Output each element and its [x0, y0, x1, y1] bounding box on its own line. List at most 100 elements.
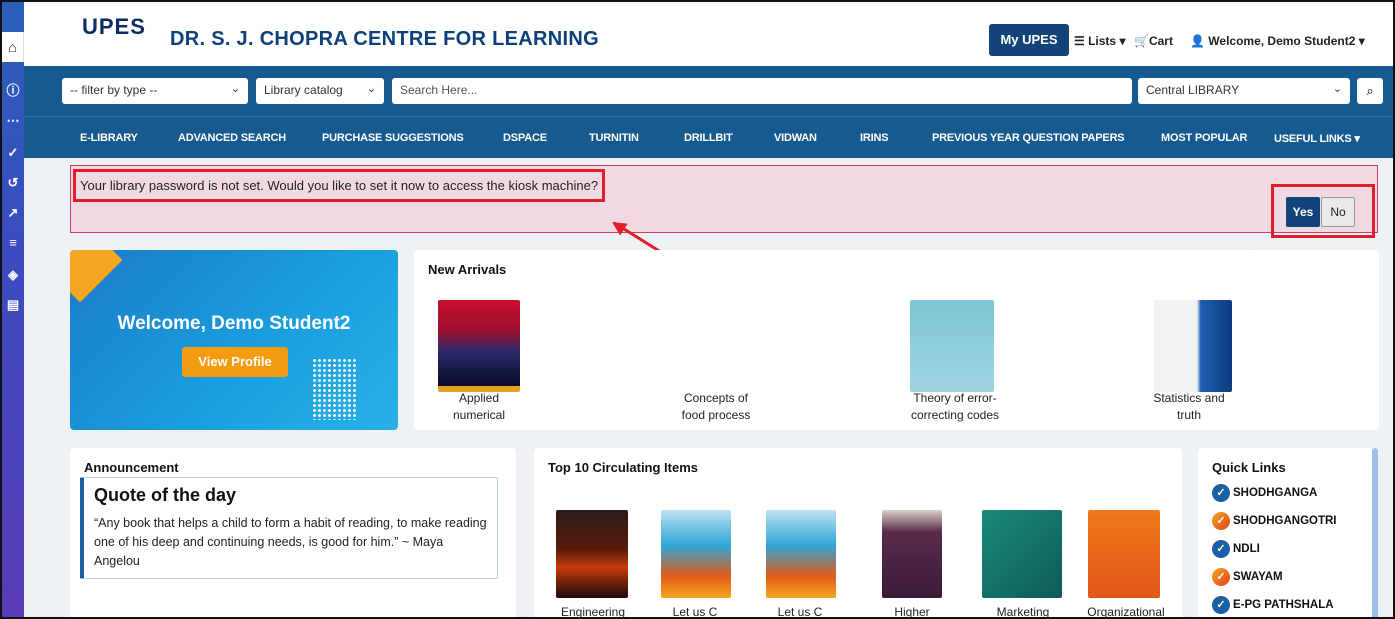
- users-icon[interactable]: ⋯: [2, 110, 24, 132]
- chevron-down-icon: ⌄: [366, 83, 376, 95]
- book-title-line: Statistics and: [1153, 391, 1225, 405]
- nav-item[interactable]: PURCHASE SUGGESTIONS: [322, 132, 464, 144]
- lists-menu[interactable]: ☰ Lists ▾: [1074, 34, 1125, 48]
- book-title: Applied numerical: [434, 390, 524, 424]
- cube-icon[interactable]: ◈: [2, 264, 24, 286]
- book-item[interactable]: Let us C: [764, 510, 844, 617]
- nav-item[interactable]: PREVIOUS YEAR QUESTION PAPERS: [932, 132, 1125, 144]
- welcome-card: Welcome, Demo Student2 View Profile: [70, 250, 398, 430]
- chevron-down-icon: ⌄: [1332, 83, 1342, 95]
- nav-item[interactable]: IRINS: [860, 132, 889, 144]
- library-select[interactable]: Central LIBRARY ⌄: [1138, 78, 1350, 104]
- new-arrivals-title: New Arrivals: [428, 262, 507, 277]
- left-sidebar: ⌂ ⓘ ⋯ ✓ ↺ ↗ ≡ ◈ ▤: [2, 2, 24, 617]
- book-title: Marketing: [996, 605, 1050, 619]
- book-cover[interactable]: [661, 510, 731, 598]
- nav-item[interactable]: ADVANCED SEARCH: [178, 132, 286, 144]
- user-menu[interactable]: 👤 Welcome, Demo Student2 ▾: [1190, 34, 1365, 48]
- welcome-title: Welcome, Demo Student2: [117, 313, 351, 334]
- cart-link[interactable]: 🛒Cart: [1134, 34, 1173, 48]
- nav-item[interactable]: MOST POPULAR: [1161, 132, 1247, 144]
- quote-text: “Any book that helps a child to form a h…: [94, 516, 487, 568]
- quick-link-label: E-PG PATHSHALA: [1233, 599, 1334, 611]
- quick-links-title: Quick Links: [1212, 460, 1286, 475]
- search-input[interactable]: Search Here...: [392, 78, 1132, 104]
- chevron-down-icon: ▾: [1355, 34, 1365, 48]
- book-item[interactable]: Engineering: [556, 510, 636, 617]
- main-nav: E-LIBRARY ADVANCED SEARCH PURCHASE SUGGE…: [24, 116, 1393, 158]
- book-item[interactable]: Marketing: [982, 510, 1072, 617]
- book-item[interactable]: Applied numerical: [434, 300, 524, 430]
- quick-link[interactable]: ✓ SHODHGANGOTRI: [1212, 512, 1337, 530]
- user-welcome-label: Welcome, Demo Student2: [1208, 34, 1356, 48]
- book-item[interactable]: Concepts of food process: [666, 300, 766, 430]
- book-item[interactable]: Statistics and truth: [1134, 300, 1244, 430]
- book-cover[interactable]: [438, 300, 520, 392]
- book-item[interactable]: Higher: [882, 510, 962, 617]
- book-cover[interactable]: [556, 510, 628, 598]
- search-bar: -- filter by type -- ⌄ Library catalog ⌄…: [24, 66, 1393, 116]
- book-item[interactable]: Theory of error-correcting codes: [890, 300, 1000, 430]
- book-item[interactable]: Organizational: [1084, 510, 1184, 617]
- book-title: Statistics and truth: [1134, 390, 1244, 424]
- password-alert: Your library password is not set. Would …: [70, 165, 1378, 238]
- nav-item[interactable]: DRILLBIT: [684, 132, 733, 144]
- upes-logo[interactable]: UPES: [82, 14, 162, 50]
- book-cover[interactable]: [1088, 510, 1160, 598]
- page-frame: ⌂ ⓘ ⋯ ✓ ↺ ↗ ≡ ◈ ▤ UPES DR. S. J. CHOPRA …: [0, 0, 1395, 619]
- book-title: Concepts of food process: [666, 390, 766, 424]
- book-title: Let us C: [777, 605, 823, 619]
- book-title: Engineering: [560, 605, 626, 619]
- search-button[interactable]: ⌕: [1357, 78, 1383, 104]
- book-cover[interactable]: [1154, 300, 1232, 392]
- catalog-select[interactable]: Library catalog ⌄: [256, 78, 384, 104]
- library-value: Central LIBRARY: [1146, 83, 1240, 97]
- trending-icon[interactable]: ↗: [2, 202, 24, 224]
- book-title: Let us C: [672, 605, 718, 619]
- check-icon: ✓: [1212, 596, 1230, 614]
- chevron-down-icon: ⌄: [230, 83, 240, 95]
- nav-item[interactable]: VIDWAN: [774, 132, 817, 144]
- nav-item[interactable]: E-LIBRARY: [80, 132, 138, 144]
- book-item[interactable]: Let us C: [659, 510, 739, 617]
- book-title-line: correcting codes: [910, 408, 1000, 422]
- book-cover[interactable]: [882, 510, 942, 598]
- quote-heading: Quote of the day: [94, 485, 237, 505]
- quick-link[interactable]: ✓ E-PG PATHSHALA: [1212, 596, 1334, 614]
- chevron-down-icon: ▾: [1116, 34, 1126, 48]
- yes-button[interactable]: Yes: [1286, 197, 1320, 227]
- history-icon[interactable]: ↺: [2, 172, 24, 194]
- card-icon[interactable]: ▤: [2, 294, 24, 316]
- book-cover[interactable]: [982, 510, 1062, 598]
- book-cover[interactable]: [766, 510, 836, 598]
- quick-link[interactable]: ✓ NDLI: [1212, 540, 1260, 558]
- info-icon[interactable]: ⓘ: [2, 80, 24, 102]
- list-icon[interactable]: ≡: [2, 232, 24, 254]
- book-title: Organizational: [1087, 605, 1165, 619]
- decorative-dots: [312, 358, 358, 420]
- book-cover[interactable]: [910, 300, 994, 392]
- useful-links-label: USEFUL LINKS: [1274, 133, 1352, 145]
- quick-link[interactable]: ✓ SHODHGANGA: [1212, 484, 1317, 502]
- book-title: Theory of error-correcting codes: [890, 390, 1020, 424]
- check-icon[interactable]: ✓: [2, 142, 24, 164]
- quick-link-label: NDLI: [1233, 543, 1260, 555]
- announcement-title: Announcement: [84, 460, 179, 475]
- view-profile-button[interactable]: View Profile: [182, 347, 288, 377]
- search-placeholder: Search Here...: [400, 83, 478, 97]
- filter-type-select[interactable]: -- filter by type -- ⌄: [62, 78, 248, 104]
- home-icon[interactable]: ⌂: [2, 32, 24, 62]
- quick-link[interactable]: ✓ SWAYAM: [1212, 568, 1283, 586]
- scrollbar[interactable]: [1372, 448, 1378, 617]
- book-title-line: truth: [1176, 408, 1201, 422]
- check-icon: ✓: [1212, 484, 1230, 502]
- quick-links-card: Quick Links ✓ SHODHGANGA ✓ SHODHGANGOTRI ✓…: [1198, 448, 1378, 617]
- nav-item[interactable]: TURNITIN: [589, 132, 639, 144]
- new-arrivals-card: New Arrivals Applied numerical Concepts o…: [414, 250, 1379, 430]
- decorative-corner: [70, 250, 123, 303]
- nav-item-useful-links[interactable]: USEFUL LINKS ▾: [1274, 132, 1360, 145]
- my-upes-button[interactable]: My UPES: [989, 24, 1069, 56]
- nav-item[interactable]: DSPACE: [503, 132, 547, 144]
- no-button[interactable]: No: [1321, 197, 1355, 227]
- site-title: DR. S. J. CHOPRA CENTRE FOR LEARNING: [170, 28, 599, 50]
